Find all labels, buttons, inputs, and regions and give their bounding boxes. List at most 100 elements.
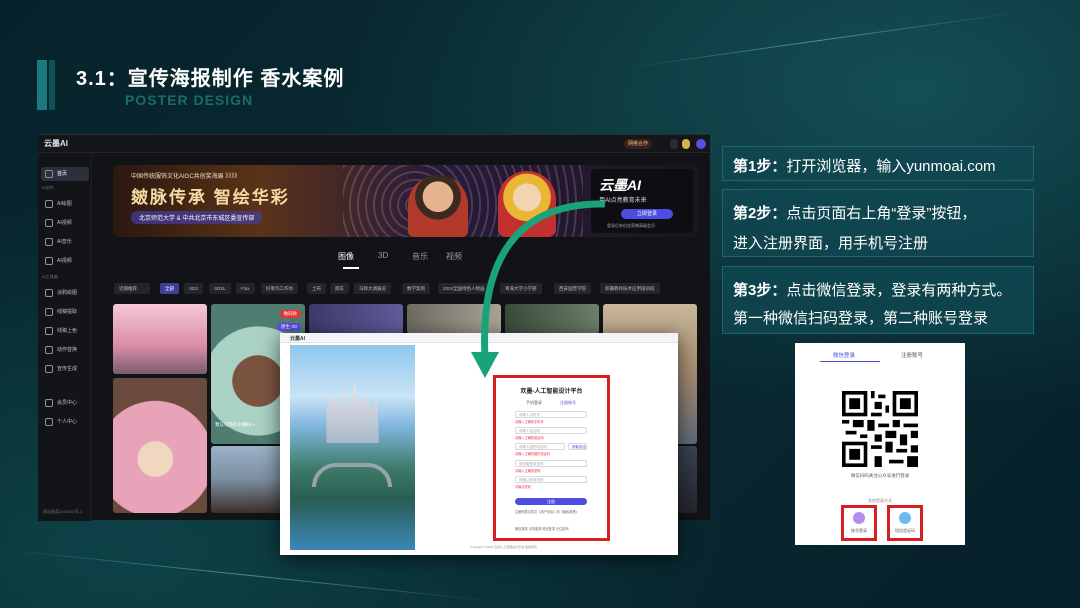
castle-illustration bbox=[290, 345, 415, 550]
filter-chip[interactable]: 全部 bbox=[160, 283, 179, 294]
register-title: 欢墨-人工智能设计平台 bbox=[520, 389, 583, 395]
partner-button[interactable]: 网络合作 bbox=[624, 139, 653, 149]
gallery-tile[interactable] bbox=[309, 304, 403, 334]
sidebar-item-promo[interactable]: 宣传生成 bbox=[41, 362, 89, 376]
sidebar-footer: 网站备案2024001号-1 bbox=[43, 509, 83, 514]
color-icon bbox=[45, 327, 53, 335]
slide-title: 3.1：宣传海报制作 香水案例 bbox=[76, 68, 345, 90]
filter-chip[interactable]: SD3 bbox=[184, 283, 203, 294]
sidebar-item-home[interactable]: 首页 bbox=[41, 167, 89, 181]
promo-banner[interactable]: 中国传统服饰文化AIGC共创奖海展 》》》》 皴脉传承 智绘华彩 北京师范大学 … bbox=[113, 165, 698, 237]
card-logo: 云墨AI bbox=[599, 177, 641, 193]
password-field[interactable]: 请设置登录密码 bbox=[515, 460, 587, 467]
sidebar-item-lineart[interactable]: 线稿提取 bbox=[41, 305, 89, 319]
crown-icon bbox=[45, 399, 53, 407]
sidebar-item-doodle[interactable]: 涂鸦绘图 bbox=[41, 286, 89, 300]
login-card: 云墨AI 用AI点亮教育未来 立即登录 登录后有机会获赠高级会员 bbox=[591, 169, 693, 233]
sort-dropdown[interactable]: 近期推荐 bbox=[114, 283, 150, 294]
tab-underline bbox=[343, 267, 359, 269]
sidebar-item-colorize[interactable]: 线稿上色 bbox=[41, 324, 89, 338]
filter-chip[interactable]: 青海大学小学部 bbox=[500, 283, 542, 294]
browser-bar: 云墨AI bbox=[280, 333, 678, 343]
film-icon bbox=[45, 257, 53, 265]
tab-underline bbox=[820, 361, 880, 362]
sidebar-item-ai-video2[interactable]: AI视频 bbox=[41, 254, 89, 268]
filter-chip[interactable]: 数学案例 bbox=[402, 283, 430, 294]
sidebar-caption: AI工具箱 bbox=[42, 274, 58, 279]
filter-chip[interactable]: 2024全国绿色人物画 bbox=[438, 283, 490, 294]
card-note: 登录后有机会获赠高级会员 bbox=[607, 223, 655, 228]
gallery-tile[interactable] bbox=[505, 304, 599, 334]
music-icon bbox=[45, 238, 53, 246]
code-field[interactable]: 请输入验证码 bbox=[515, 427, 587, 434]
banner-subtitle: 北京师范大学 & 中共北京市东城区委宣传部 bbox=[131, 211, 263, 224]
account-login-option[interactable]: 账号登录 bbox=[841, 505, 877, 541]
slide-subtitle: POSTER DESIGN bbox=[125, 92, 254, 108]
sidebar-item-ai-music[interactable]: AI音乐 bbox=[41, 235, 89, 249]
sidebar-item-ai-video[interactable]: AI视频 bbox=[41, 216, 89, 230]
step-3-panel: 第3步：点击微信登录，登录有两种方式。 第一种微信扫码登录，第二种账号登录 bbox=[722, 266, 1034, 334]
app-logo[interactable]: 云墨AI bbox=[44, 138, 68, 149]
sidebar-caption: AI创作 bbox=[42, 185, 54, 190]
wechat-login-card: 微信登录 注册账号 微信扫码关注公众号进行登录 其他登录方式 账号登录 短信验证… bbox=[795, 343, 965, 545]
gallery-tile[interactable] bbox=[407, 304, 501, 334]
filter-chip[interactable]: 好莱坞工作坊 bbox=[261, 283, 298, 294]
line-icon bbox=[45, 308, 53, 316]
step-2-line2: 进入注册界面，用手机号注册 bbox=[733, 235, 929, 252]
get-code-button[interactable]: 获取验证码 bbox=[568, 443, 587, 450]
tab-image[interactable]: 图像 bbox=[338, 251, 354, 262]
step-3-line2: 第一种微信扫码登录，第二种账号登录 bbox=[733, 310, 989, 327]
tab-video[interactable]: 视频 bbox=[446, 251, 462, 262]
tile-caption: 我认可我的水獭吗～ bbox=[215, 422, 256, 427]
sidebar-item-membership[interactable]: 会员中心 bbox=[41, 396, 89, 410]
sidebar-item-pose[interactable]: 动作替换 bbox=[41, 343, 89, 357]
filter-chip[interactable]: Flux bbox=[236, 283, 255, 294]
avatar[interactable] bbox=[696, 139, 706, 149]
gallery-tile[interactable] bbox=[113, 378, 207, 513]
phone-field[interactable]: 请输入手机号 bbox=[515, 411, 587, 418]
sidebar-item-profile[interactable]: 个人中心 bbox=[41, 415, 89, 429]
same-style-badge[interactable]: 做同款 bbox=[279, 310, 301, 318]
vip-icon[interactable] bbox=[682, 139, 690, 149]
filter-chip[interactable]: SDXL bbox=[209, 283, 231, 294]
tab-wechat-login[interactable]: 微信登录 bbox=[833, 351, 855, 359]
tab-phone-login[interactable]: 手机登录 bbox=[526, 400, 542, 406]
sms-login-option[interactable]: 短信验证码 bbox=[887, 505, 923, 541]
video-icon bbox=[45, 219, 53, 227]
tab-music[interactable]: 音乐 bbox=[412, 251, 428, 262]
confirm-password-field[interactable]: 请确认登录密码 bbox=[515, 476, 587, 483]
login-options[interactable]: 微信登录 手机登录 短信登录 记住密码 bbox=[515, 526, 569, 531]
step-2-panel: 第2步：点击页面右上角“登录”按钮， 进入注册界面，用手机号注册 bbox=[722, 189, 1034, 257]
user-icon bbox=[45, 418, 53, 426]
filter-chip[interactable]: 跑车 bbox=[330, 283, 349, 294]
register-footer: Copyright © 2024 云墨人工智能设计平台 版权所有 bbox=[470, 545, 538, 549]
filter-chip[interactable]: 新疆教师技术应用培训班 bbox=[600, 283, 660, 294]
captcha-error: 请输入正确的图形验证码 bbox=[515, 452, 551, 456]
agreement-text: 注册即表示同意《用户协议》和《隐私政策》 bbox=[515, 510, 579, 514]
theme-icon[interactable] bbox=[670, 139, 678, 149]
gallery-tile[interactable] bbox=[113, 304, 207, 374]
sidebar: 首页 AI创作 AI绘图 AI视频 AI音乐 AI视频 AI工具箱 涂鸦绘图 线… bbox=[38, 153, 92, 521]
tab-register[interactable]: 注册账号 bbox=[560, 400, 576, 406]
confirm-error: 请确认密码 bbox=[515, 485, 531, 489]
filter-chip[interactable]: 土布 bbox=[307, 283, 326, 294]
brush-icon bbox=[45, 200, 53, 208]
tab-3d[interactable]: 3D bbox=[378, 251, 388, 260]
banner-title: 皴脉传承 智绘华彩 bbox=[131, 188, 290, 207]
register-button[interactable]: 注册 bbox=[515, 498, 587, 505]
pose-icon bbox=[45, 346, 53, 354]
register-page-screenshot: 云墨AI 欢墨-人工智能设计平台 手机登录 注册账号 请输入手机号 请输入正确的… bbox=[280, 333, 678, 555]
qr-code[interactable] bbox=[842, 391, 918, 467]
phone-error: 请输入正确的手机号 bbox=[515, 420, 544, 424]
step-2-text: 第2步：点击页面右上角“登录”按钮， bbox=[733, 205, 977, 222]
tab-register[interactable]: 注册账号 bbox=[901, 351, 923, 359]
filter-chip[interactable]: 马蹄大调展览 bbox=[354, 283, 391, 294]
filter-chip[interactable]: 西安国营学院 bbox=[554, 283, 591, 294]
captcha-field[interactable]: 请输入图形验证码 bbox=[515, 443, 565, 450]
step-1-panel: 第1步：打开浏览器，输入yunmoai.com bbox=[722, 146, 1034, 181]
3d-badge[interactable]: 原生 3D bbox=[276, 323, 301, 331]
login-now-button[interactable]: 立即登录 bbox=[621, 209, 673, 219]
register-form-highlight: 欢墨-人工智能设计平台 手机登录 注册账号 请输入手机号 请输入正确的手机号 请… bbox=[493, 375, 610, 541]
sidebar-item-ai-draw[interactable]: AI绘图 bbox=[41, 197, 89, 211]
card-slogan: 用AI点亮教育未来 bbox=[599, 198, 647, 204]
